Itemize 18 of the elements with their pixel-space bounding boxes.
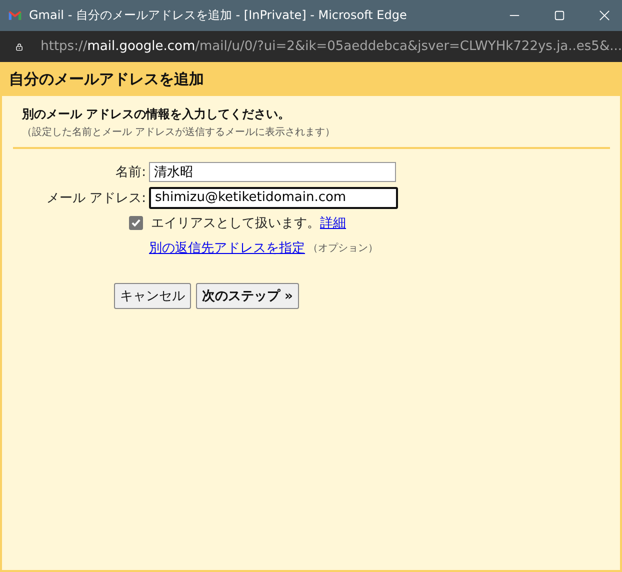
details-link[interactable]: 詳細 — [320, 214, 346, 232]
instruction-note: （設定した名前とメール アドレスが送信するメールに表示されます） — [22, 126, 336, 139]
gmail-logo-icon — [8, 10, 22, 21]
next-step-button[interactable]: 次のステップ » — [196, 283, 299, 309]
optional-note: （オプション） — [308, 242, 378, 255]
input-field[interactable]: 清水昭 — [149, 162, 396, 182]
instruction-heading: 別のメール アドレスの情報を入力してください。 — [22, 106, 292, 123]
reply-to-link[interactable]: 別の返信先アドレスを指定 — [149, 239, 305, 257]
window-title: Gmail - 自分のメールアドレスを追加 - [InPrivate] - Microsoft Edge — [29, 7, 407, 24]
input-field[interactable]: shimizu@ketiketidomain.com — [149, 186, 398, 208]
page-title: 自分のメールアドレスを追加 — [9, 70, 204, 88]
field-label: メール アドレス: — [45, 190, 147, 206]
maximize-icon[interactable] — [554, 10, 565, 21]
field-label: 名前: — [114, 164, 147, 180]
checkbox[interactable] — [129, 216, 143, 230]
cancel-button[interactable]: キャンセル — [114, 283, 191, 309]
alias-label: エイリアスとして扱います。 — [151, 215, 320, 232]
close-icon[interactable] — [599, 10, 610, 21]
